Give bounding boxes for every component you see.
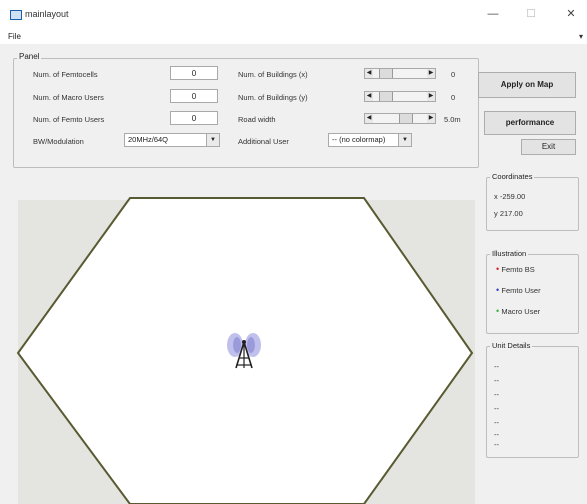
femto-bs-marker-icon: • (496, 264, 500, 274)
unit-detail-line: -- (494, 418, 499, 427)
coordinates-title: Coordinates (490, 172, 535, 181)
legend-item: • Femto BS (496, 264, 535, 274)
legend-label: Femto BS (501, 265, 535, 274)
coordinate-y: y 217.00 (494, 209, 523, 218)
macro-user-marker-icon: • (496, 306, 500, 316)
unit-detail-line: -- (494, 376, 499, 385)
legend-label: Femto User (501, 286, 541, 295)
unit-detail-line: -- (494, 440, 499, 449)
unit-details-title: Unit Details (490, 341, 533, 350)
coordinates-panel (486, 177, 579, 231)
legend-item: • Femto User (496, 285, 541, 295)
unit-detail-line: -- (494, 404, 499, 413)
femto-user-marker-icon: • (496, 285, 500, 295)
legend-item: • Macro User (496, 306, 540, 316)
unit-details-panel (486, 346, 579, 458)
unit-detail-line: -- (494, 430, 499, 439)
unit-detail-line: -- (494, 362, 499, 371)
unit-detail-line: -- (494, 390, 499, 399)
cell-tower-icon (227, 333, 261, 369)
illustration-title: Illustration (490, 249, 529, 258)
legend-label: Macro User (501, 307, 541, 316)
coordinate-x: x -259.00 (494, 192, 526, 201)
